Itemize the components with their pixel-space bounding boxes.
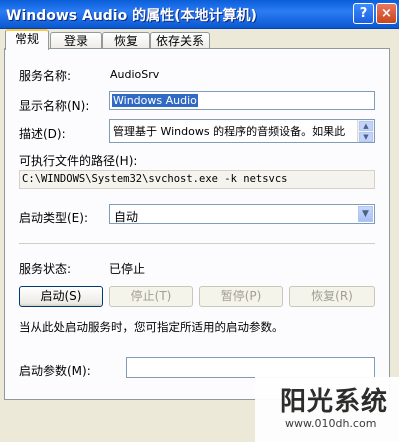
start-params-field[interactable]	[126, 357, 375, 378]
tab-general[interactable]: 常规	[5, 29, 49, 50]
stop-button[interactable]: 停止(T)	[109, 286, 193, 307]
description-value: 管理基于 Windows 的程序的音频设备。如果此	[113, 125, 346, 138]
tab-logon[interactable]: 登录	[50, 32, 102, 49]
help-button[interactable]: ?	[353, 3, 374, 24]
start-button[interactable]: 启动(S)	[19, 286, 103, 307]
display-name-label: 显示名称(N):	[19, 99, 90, 113]
watermark-brand: 阳光系统	[280, 387, 389, 417]
display-name-value: Windows Audio	[112, 94, 198, 107]
description-scrollbar[interactable]: ▲ ▼	[357, 120, 374, 142]
start-params-label: 启动参数(M):	[19, 364, 91, 378]
description-label: 描述(D):	[19, 127, 66, 141]
startup-type-label: 启动类型(E):	[19, 211, 88, 225]
description-field[interactable]: 管理基于 Windows 的程序的音频设备。如果此 ▲ ▼	[109, 119, 375, 143]
startup-type-value: 自动	[114, 210, 139, 224]
exe-path-value: C:\WINDOWS\System32\svchost.exe -k netsv…	[22, 173, 288, 185]
display-name-field[interactable]: Windows Audio	[109, 91, 375, 110]
service-name-label: 服务名称:	[19, 69, 72, 83]
pause-button[interactable]: 暂停(P)	[199, 286, 283, 307]
divider	[19, 243, 375, 244]
hint-text: 当从此处启动服务时，您可指定所适用的启动参数。	[19, 320, 284, 334]
exe-path-label: 可执行文件的路径(H):	[19, 154, 138, 168]
scroll-down-icon[interactable]: ▼	[359, 132, 373, 142]
title-bar: Windows Audio 的属性(本地计算机) ? ×	[0, 0, 399, 29]
chevron-down-icon[interactable]: ▼	[358, 206, 373, 222]
exe-path-field: C:\WINDOWS\System32\svchost.exe -k netsv…	[19, 170, 375, 189]
tab-recovery[interactable]: 恢复	[102, 32, 150, 49]
service-status-value: 已停止	[109, 262, 146, 276]
resume-button[interactable]: 恢复(R)	[289, 286, 375, 307]
watermark-url: www.010dh.com	[285, 417, 377, 430]
window-title: Windows Audio 的属性(本地计算机)	[6, 8, 257, 24]
watermark: 阳光系统 www.010dh.com	[255, 377, 399, 442]
startup-type-select[interactable]: 自动 ▼	[109, 204, 375, 224]
scroll-up-icon[interactable]: ▲	[359, 121, 373, 131]
close-button[interactable]: ×	[376, 3, 397, 24]
tab-dependencies[interactable]: 依存关系	[150, 32, 210, 49]
service-name-value: AudioSrv	[110, 68, 160, 81]
general-panel: 服务名称: AudioSrv 显示名称(N): Windows Audio 描述…	[4, 48, 390, 400]
tab-strip: 常规 登录 恢复 依存关系	[0, 29, 399, 50]
service-status-label: 服务状态:	[19, 262, 72, 276]
